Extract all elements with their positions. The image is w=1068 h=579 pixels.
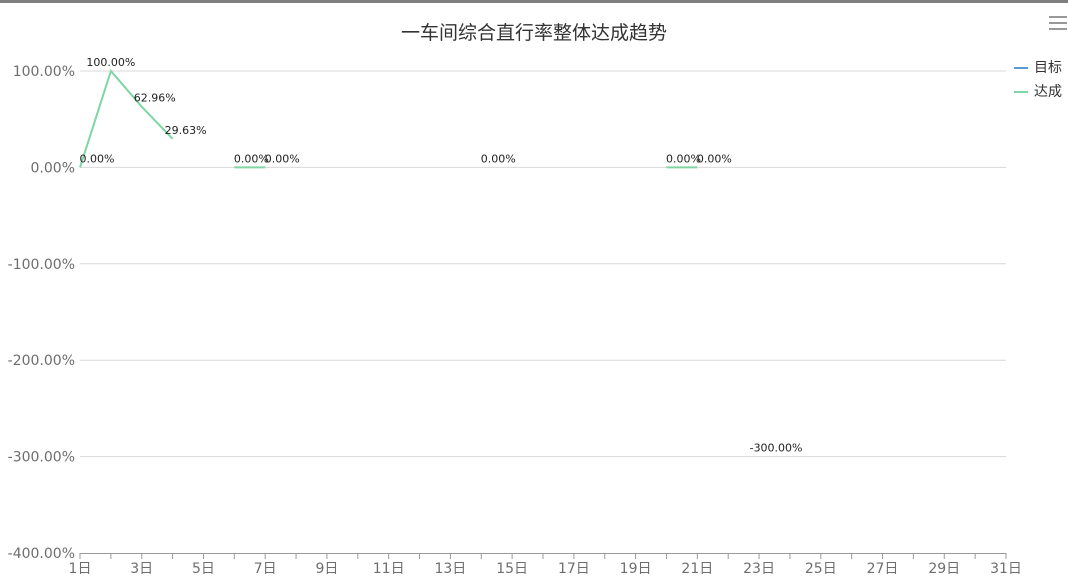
x-tick-label: 1日	[69, 561, 92, 577]
y-tick-label: 0.00%	[31, 160, 75, 176]
data-label: 0.00%	[265, 152, 300, 165]
x-tick-label: 5日	[192, 561, 215, 577]
x-tick-label: 11日	[373, 561, 405, 577]
x-tick-label: 9日	[315, 561, 338, 577]
x-tick-label: 27日	[867, 561, 899, 577]
data-label: 0.00%	[234, 152, 269, 165]
data-label: 29.63%	[165, 124, 207, 137]
data-label: 100.00%	[86, 56, 135, 69]
data-label: 0.00%	[481, 152, 516, 165]
x-tick-label: 23日	[743, 561, 775, 577]
data-label: 0.00%	[80, 152, 115, 165]
y-tick-label: -200.00%	[8, 353, 75, 369]
x-tick-label: 25日	[805, 561, 837, 577]
data-label: 0.00%	[697, 152, 732, 165]
data-label: 0.00%	[666, 152, 701, 165]
x-tick-label: 21日	[681, 561, 713, 577]
x-tick-label: 13日	[434, 561, 466, 577]
x-tick-label: 17日	[558, 561, 590, 577]
x-tick-label: 15日	[496, 561, 528, 577]
x-tick-label: 31日	[990, 561, 1022, 577]
y-tick-label: -100.00%	[8, 257, 75, 273]
y-tick-label: 100.00%	[13, 64, 75, 80]
x-tick-label: 29日	[928, 561, 960, 577]
x-tick-label: 19日	[620, 561, 652, 577]
x-tick-label: 7日	[254, 561, 277, 577]
x-tick-label: 3日	[130, 561, 153, 577]
data-label: 62.96%	[134, 92, 176, 105]
data-label: -300.00%	[750, 442, 803, 455]
line-chart: 100.00% 0.00% -100.00% -200.00% -300.00% -400…	[8, 56, 1022, 577]
y-tick-label: -400.00%	[8, 546, 75, 562]
y-tick-label: -300.00%	[8, 450, 75, 466]
